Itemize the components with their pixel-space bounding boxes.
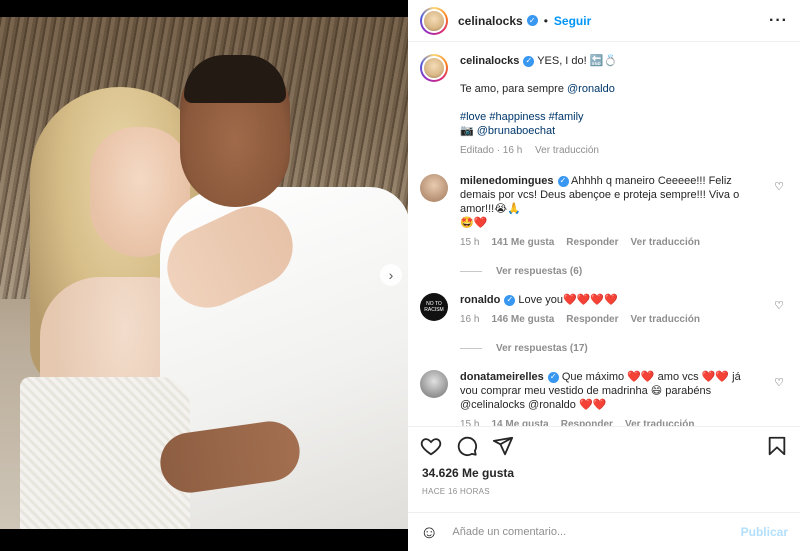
comment-username[interactable]: donatameirelles (460, 371, 544, 383)
caption-edited-time: Editado · 16 h (460, 145, 523, 156)
comment-time: 15 h (460, 419, 480, 426)
author-username[interactable]: celinalocks (458, 14, 523, 28)
comment-likes[interactable]: 14 Me gusta (491, 418, 548, 426)
more-options-icon[interactable]: ··· (769, 12, 788, 30)
comment-reply-button[interactable]: Responder (566, 236, 618, 250)
publish-button[interactable]: Publicar (741, 525, 788, 539)
like-heart-icon[interactable] (420, 435, 442, 457)
verified-badge-icon: ✓ (557, 175, 569, 187)
comment-emoji-line: 🤩❤️ (460, 217, 488, 229)
comment-username[interactable]: ronaldo (460, 294, 500, 306)
post-photo[interactable] (0, 17, 408, 529)
caption-username[interactable]: celinalocks (460, 55, 519, 67)
verified-badge-icon: ✓ (523, 55, 535, 67)
replies-line (460, 271, 482, 272)
comment-like-heart-icon[interactable]: ♡ (774, 180, 784, 193)
action-bar (408, 426, 800, 464)
share-paper-plane-icon[interactable] (492, 435, 514, 457)
comment-reply-button[interactable]: Responder (566, 313, 618, 327)
post-header: celinalocks ✓ • Seguir ··· (408, 0, 800, 42)
comment-item: NO TO RACISM ronaldo ✓ Love you❤️❤️❤️❤️ 1… (420, 293, 786, 327)
mention-link[interactable]: @ronaldo (567, 83, 615, 95)
replies-line (460, 348, 482, 349)
comment-username[interactable]: milenedomingues (460, 175, 554, 187)
comment-text: Love you❤️❤️❤️❤️ (515, 294, 618, 306)
caption-avatar[interactable] (420, 54, 448, 82)
comment-input[interactable] (452, 526, 741, 538)
comment-translate-button[interactable]: Ver traducción (625, 418, 694, 426)
comment-item: donatameirelles ✓ Que máximo ❤️❤️ amo vcs… (420, 370, 786, 426)
caption-line2: Te amo, para sempre (460, 83, 567, 95)
comment-time: 16 h (460, 314, 480, 325)
comment-time: 15 h (460, 237, 480, 248)
comment-like-heart-icon[interactable]: ♡ (774, 299, 784, 312)
comment-avatar[interactable] (420, 174, 448, 202)
caption-line1: YES, I do! 🔚💍 (537, 55, 618, 67)
view-replies-button[interactable]: Ver respuestas (6) (460, 266, 786, 277)
comment-avatar[interactable] (420, 370, 448, 398)
view-replies-button[interactable]: Ver respuestas (17) (460, 343, 786, 354)
hashtags-link[interactable]: #love #happiness #family (460, 111, 584, 123)
comment-translate-button[interactable]: Ver traducción (631, 236, 700, 250)
comment-translate-button[interactable]: Ver traducción (631, 313, 700, 327)
verified-badge-icon: ✓ (547, 371, 559, 383)
comment-item: milenedomingues ✓ Ahhhh q maneiro Ceeeee!… (420, 174, 786, 250)
comment-likes[interactable]: 141 Me gusta (491, 236, 554, 250)
comments-list[interactable]: celinalocks ✓ YES, I do! 🔚💍 Te amo, para … (408, 42, 800, 426)
likes-count[interactable]: 34.626 Me gusta (422, 466, 514, 480)
comment-avatar[interactable]: NO TO RACISM (420, 293, 448, 321)
photo-pane: › (0, 0, 408, 551)
avatar-text: NO TO RACISM (424, 301, 444, 313)
post-modal: › celinalocks ✓ • Seguir ··· celinalocks… (0, 0, 800, 551)
add-comment-bar: ☺ Publicar (408, 512, 800, 551)
camera-icon: 📷 (460, 125, 474, 137)
verified-badge-icon: ✓ (526, 15, 538, 26)
post-timestamp: HACE 16 HORAS (422, 487, 490, 496)
comment-like-heart-icon[interactable]: ♡ (774, 376, 784, 389)
comment-likes[interactable]: 146 Me gusta (491, 313, 554, 327)
save-bookmark-icon[interactable] (766, 435, 788, 457)
comment-bubble-icon[interactable] (456, 435, 478, 457)
post-side-panel: celinalocks ✓ • Seguir ··· celinalocks ✓ … (408, 0, 800, 551)
follow-button[interactable]: Seguir (554, 14, 591, 28)
separator-dot: • (543, 13, 548, 28)
view-replies-label[interactable]: Ver respuestas (17) (496, 343, 588, 354)
comment-reply-button[interactable]: Responder (561, 418, 613, 426)
verified-badge-icon: ✓ (504, 294, 516, 306)
next-slide-chevron-icon[interactable]: › (380, 264, 402, 286)
photographer-credit-link[interactable]: @brunaboechat (477, 125, 555, 137)
view-replies-label[interactable]: Ver respuestas (6) (496, 266, 582, 277)
emoji-smiley-icon[interactable]: ☺ (420, 522, 438, 543)
author-avatar[interactable] (420, 6, 448, 35)
caption-see-translation[interactable]: Ver traducción (535, 145, 599, 156)
caption: celinalocks ✓ YES, I do! 🔚💍 Te amo, para … (420, 54, 786, 158)
